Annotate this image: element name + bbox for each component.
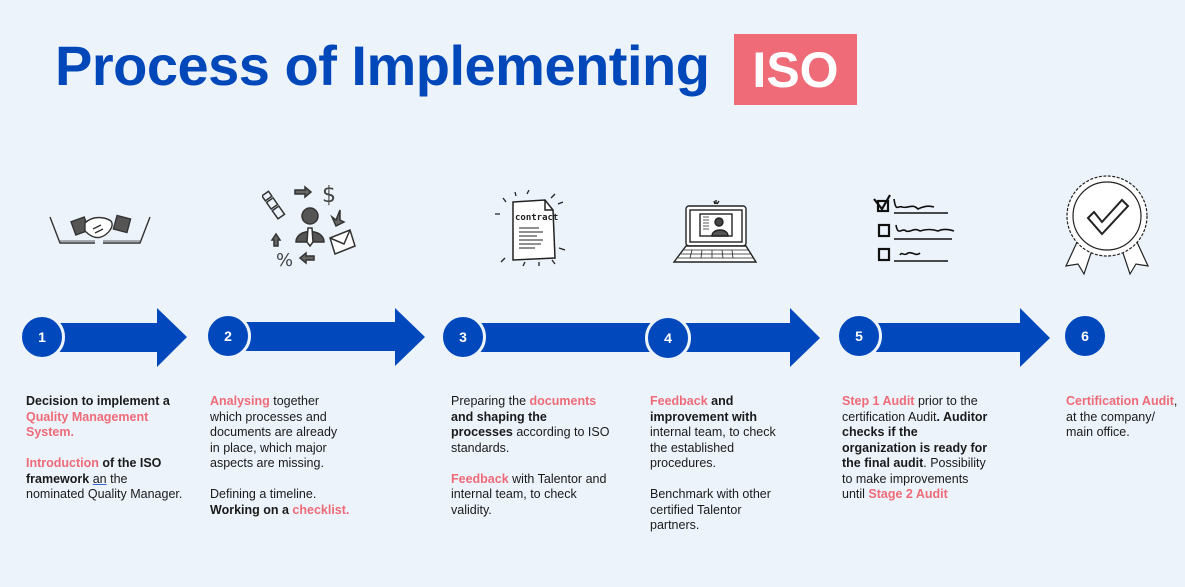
arrow-2 <box>245 308 425 366</box>
highlight-text: Quality Management System. <box>26 409 149 440</box>
step-number: 6 <box>1081 328 1089 344</box>
description-paragraph: Analysing together which processes and d… <box>210 394 350 472</box>
step-6-description: Certification Audit, at the company/ mai… <box>1066 394 1184 456</box>
highlight-text: Analysing <box>210 394 270 408</box>
step-2-circle: 2 <box>205 313 251 359</box>
highlight-text: Stage 2 Audit <box>868 487 948 501</box>
description-text: internal team, to check the established … <box>650 425 776 470</box>
highlight-text: documents <box>529 394 597 408</box>
description-paragraph: Preparing the documents and shaping the … <box>451 394 611 456</box>
step-3-description: Preparing the documents and shaping the … <box>451 394 611 534</box>
step-1-circle: 1 <box>19 314 65 360</box>
description-paragraph: Defining a timeline. Working on a checkl… <box>210 487 350 518</box>
arrow-1 <box>58 308 187 367</box>
description-paragraph: Decision to implement a Quality Manageme… <box>26 394 186 441</box>
description-paragraph: Feedback with Talentor and internal team… <box>451 472 611 519</box>
description-text: Preparing the <box>451 394 530 408</box>
step-5-circle: 5 <box>836 313 882 359</box>
step-6-circle: 6 <box>1062 313 1108 359</box>
highlight-text: Certification Audit <box>1066 394 1174 408</box>
step-5-description: Step 1 Audit prior to the certification … <box>842 394 992 518</box>
description-paragraph: Benchmark with other certified Talentor … <box>650 487 790 534</box>
description-paragraph: Feedback and improvement with internal t… <box>650 394 790 472</box>
arrow-5 <box>876 308 1050 367</box>
step-4-circle: 4 <box>645 315 691 361</box>
highlight-text: checklist. <box>292 502 350 517</box>
description-text: Working on a <box>210 502 293 517</box>
description-text: Benchmark with other certified Talentor … <box>650 487 771 532</box>
description-paragraph: Certification Audit, at the company/ mai… <box>1066 394 1184 441</box>
description-paragraph: Step 1 Audit prior to the certification … <box>842 394 992 503</box>
highlight-text: Step 1 Audit <box>842 394 915 408</box>
step-number: 5 <box>855 328 863 344</box>
description-text: Decision to implement a <box>26 394 170 408</box>
highlight-text: Feedback <box>650 394 708 408</box>
step-number: 2 <box>224 328 232 344</box>
step-number: 4 <box>664 330 672 346</box>
step-2-description: Analysing together which processes and d… <box>210 394 350 534</box>
description-text: Defining a timeline. <box>210 487 317 501</box>
step-3-circle: 3 <box>440 314 486 360</box>
description-text: an <box>92 471 107 486</box>
step-4-description: Feedback and improvement with internal t… <box>650 394 790 549</box>
step-number: 3 <box>459 329 467 345</box>
step-number: 1 <box>38 329 46 345</box>
description-paragraph: Introduction of the ISO framework an the… <box>26 456 186 503</box>
highlight-text: Feedback <box>451 471 509 486</box>
step-1-description: Decision to implement a Quality Manageme… <box>26 394 186 518</box>
highlight-text: Introduction <box>26 456 99 470</box>
